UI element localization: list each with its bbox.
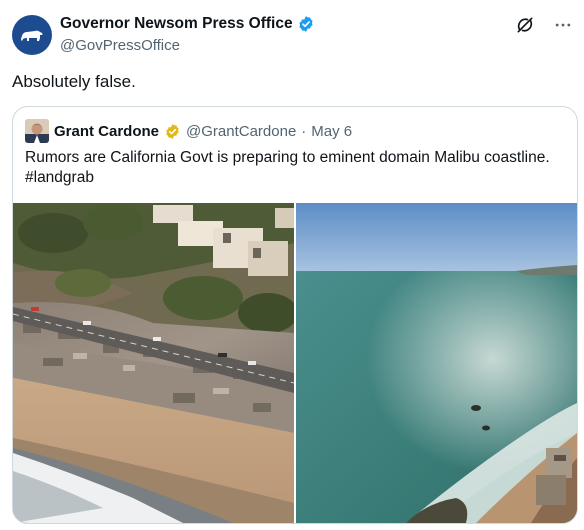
burned-neighborhood-photo[interactable] — [13, 203, 294, 523]
quoted-meta-separator: · — [301, 122, 307, 140]
author-display-name[interactable]: Governor Newsom Press Office — [60, 15, 293, 33]
quoted-tweet-card[interactable]: Grant Cardone @GrantCardone · May 6 Rumo… — [12, 106, 578, 524]
quoted-author-avatar[interactable] — [25, 119, 49, 143]
author-avatar[interactable] — [12, 15, 52, 55]
ocean-coastline-photo[interactable] — [296, 203, 577, 523]
verified-gold-badge-icon — [166, 123, 179, 139]
more-options-icon[interactable] — [552, 14, 574, 36]
grok-icon[interactable] — [514, 14, 536, 36]
california-bear-icon — [21, 30, 43, 41]
author-handle[interactable]: @GovPressOffice — [60, 37, 180, 54]
quoted-author-handle[interactable]: @GrantCardone — [186, 123, 296, 140]
verified-badge-icon — [298, 16, 313, 32]
tweet-actions-top — [514, 14, 574, 36]
quoted-author-name[interactable]: Grant Cardone — [54, 123, 159, 140]
tweet-text: Absolutely false. — [12, 72, 136, 91]
quoted-date[interactable]: May 6 — [311, 123, 352, 140]
author-name-row: Governor Newsom Press Office — [60, 15, 315, 33]
quoted-tweet-text: Rumors are California Govt is preparing … — [25, 149, 550, 186]
quoted-media-grid — [13, 203, 577, 523]
quoted-tweet-header: Grant Cardone @GrantCardone · May 6 — [25, 119, 352, 143]
